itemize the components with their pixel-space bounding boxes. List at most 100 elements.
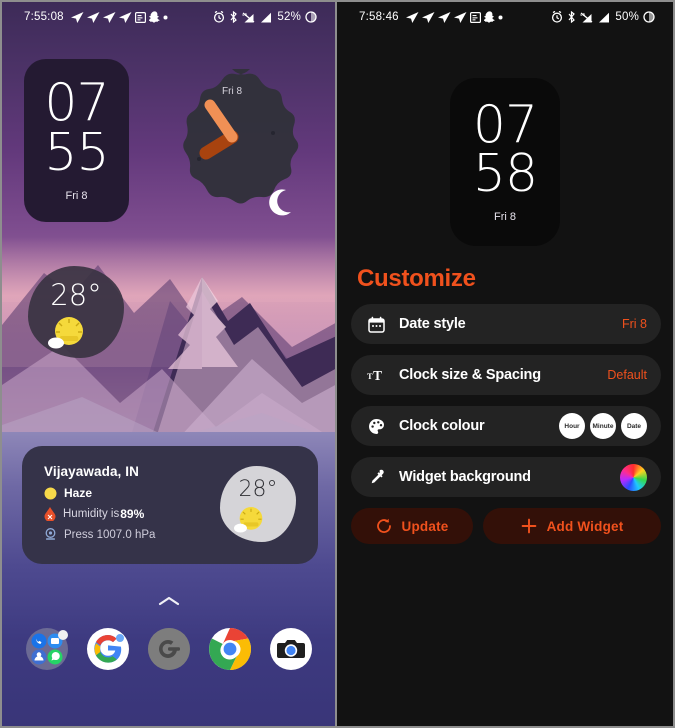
status-time: 7:58:46 [359, 11, 399, 23]
weather-blob-widget[interactable]: 28° [28, 266, 124, 358]
chrome-icon [208, 628, 251, 670]
chip-date[interactable]: Date [621, 413, 647, 439]
bluetooth-icon [230, 11, 238, 23]
weather-card-widget[interactable]: Vijayawada, IN Haze Humidity is 89% Pres… [22, 446, 318, 564]
navigation-icon [70, 11, 84, 23]
add-widget-button[interactable]: Add Widget [483, 508, 661, 544]
row-label: Widget background [399, 469, 531, 485]
page-title: Customize [357, 265, 476, 292]
camera-icon [269, 628, 312, 670]
navigation-icon [405, 11, 419, 23]
dock-item-google[interactable] [86, 627, 130, 671]
customize-status-bar: 7:58:46 45 50% [337, 2, 673, 32]
droplet-icon [44, 507, 56, 521]
row-clock-colour[interactable]: Clock colour Hour Minute Date [351, 406, 661, 446]
navigation-icon [437, 11, 451, 23]
add-widget-button-label: Add Widget [546, 518, 624, 534]
navigation-icon [86, 11, 100, 23]
row-widget-background[interactable]: Widget background [351, 457, 661, 497]
crescent-moon-icon [269, 189, 291, 216]
navigation-icon [118, 11, 132, 23]
calendar-icon [367, 315, 385, 333]
dot-icon [498, 15, 503, 19]
clock-hours: 07 [44, 73, 109, 134]
dot-icon [163, 15, 168, 19]
google-icon [86, 628, 129, 670]
clock-colour-chips: Hour Minute Date [559, 413, 647, 439]
eyedropper-icon [367, 468, 385, 486]
dock [2, 627, 335, 671]
weather-condition: Haze [64, 486, 93, 500]
digital-clock-widget[interactable]: 07 55 Fri 8 [24, 59, 129, 222]
battery-percent: 50% [615, 11, 639, 23]
palette-icon [367, 417, 385, 435]
status-left-icons [405, 11, 503, 23]
sun-behind-cloud-icon [234, 507, 263, 533]
navigation-icon [102, 11, 116, 23]
svg-text:T: T [367, 370, 373, 380]
mobile-data-icon: 45 [580, 12, 593, 23]
gauge-icon [45, 528, 56, 540]
authenticator-icon [147, 628, 190, 670]
clock-minutes: 58 [472, 144, 538, 204]
news-icon [134, 11, 146, 23]
analog-clock-widget[interactable]: Fri 8 [162, 65, 302, 205]
status-right-icons: 45 52% [213, 11, 317, 23]
clock-minutes: 55 [44, 122, 109, 183]
screenshot-root: 7:55:08 45 52% 07 55 Fr [0, 0, 675, 728]
row-label: Clock size & Spacing [399, 367, 541, 383]
weather-card-temp: 28° [238, 477, 278, 502]
row-label: Date style [399, 316, 466, 332]
battery-percent: 52% [277, 11, 301, 23]
bluetooth-icon [568, 11, 576, 23]
status-time: 7:55:08 [24, 11, 64, 23]
color-wheel-icon[interactable] [620, 463, 647, 491]
text-size-icon: TT [367, 366, 385, 384]
signal-icon [261, 12, 272, 22]
weather-humidity-label: Humidity is [63, 508, 120, 520]
row-value-date-style: Fri 8 [622, 317, 647, 331]
chip-hour[interactable]: Hour [559, 413, 585, 439]
sun-behind-cloud-icon [48, 317, 83, 349]
status-right-icons: 45 50% [551, 11, 655, 23]
plus-icon [521, 518, 536, 534]
chip-minute[interactable]: Minute [590, 413, 616, 439]
battery-icon [643, 11, 655, 23]
analog-clock-icon: Fri 8 [183, 69, 299, 204]
chevron-up-icon [158, 596, 179, 606]
status-left-icons [70, 11, 168, 23]
dock-item-authenticator[interactable] [147, 627, 191, 671]
home-screen-panel: 7:55:08 45 52% 07 55 Fr [0, 0, 337, 728]
navigation-icon [453, 11, 467, 23]
clock-date: Fri 8 [65, 189, 88, 202]
dock-item-camera[interactable] [269, 627, 313, 671]
dock-item-chrome[interactable] [208, 627, 252, 671]
folder-apps-icon [25, 628, 68, 670]
app-drawer-indicator[interactable] [2, 594, 335, 612]
navigation-icon [421, 11, 435, 23]
alarm-icon [552, 11, 563, 23]
weather-blob-temp: 28° [50, 278, 102, 312]
customize-panel: 7:58:46 45 50% 07 58 Fri 8 [337, 0, 675, 728]
news-icon [469, 11, 481, 23]
svg-text:T: T [373, 368, 382, 383]
analog-clock-date: Fri 8 [222, 86, 242, 97]
weather-pressure: Press 1007.0 hPa [64, 528, 156, 541]
clock-date: Fri 8 [494, 211, 516, 224]
row-clock-size-spacing[interactable]: TT Clock size & Spacing Default [351, 355, 661, 395]
dock-item-app-folder[interactable] [25, 627, 69, 671]
refresh-icon [376, 518, 391, 533]
clock-hours: 07 [472, 94, 538, 155]
mobile-data-icon: 45 [242, 12, 255, 23]
snapchat-icon [483, 11, 495, 23]
clock-preview-widget[interactable]: 07 58 Fri 8 [450, 78, 560, 246]
action-buttons: Update Add Widget [351, 508, 661, 544]
weather-card-blob: 28° [220, 466, 296, 542]
signal-icon [599, 12, 610, 22]
snapchat-icon [148, 11, 160, 23]
row-value-clock-size: Default [607, 368, 647, 382]
row-date-style[interactable]: Date style Fri 8 [351, 304, 661, 344]
alarm-icon [214, 11, 225, 23]
update-button[interactable]: Update [351, 508, 473, 544]
customize-options-list: Date style Fri 8 TT Clock size & Spacing… [351, 304, 661, 508]
